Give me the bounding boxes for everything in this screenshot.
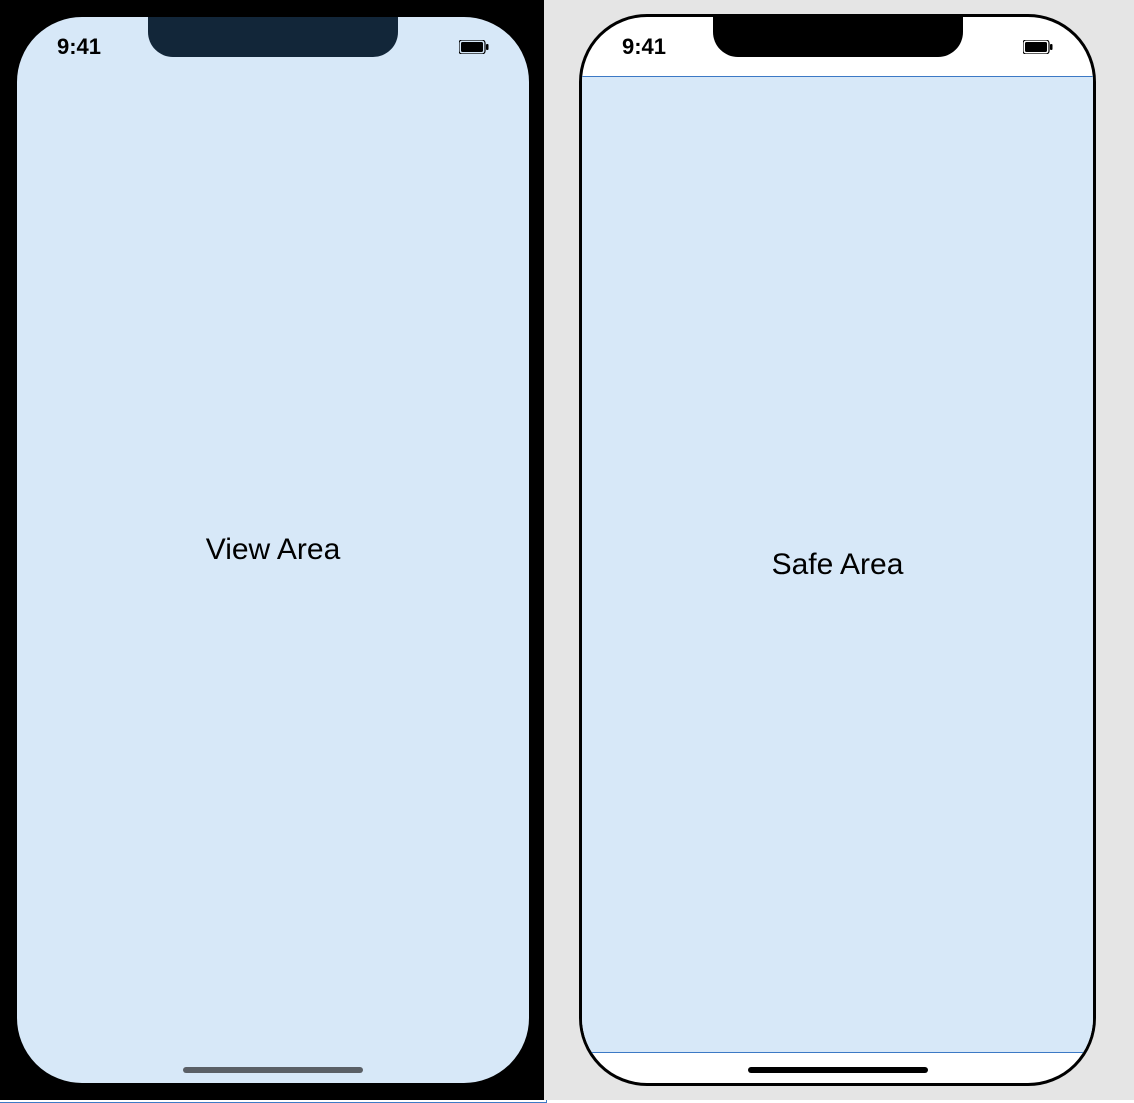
battery-icon bbox=[1023, 40, 1053, 54]
safe-area-label: Safe Area bbox=[582, 548, 1093, 582]
status-time: 9:41 bbox=[622, 34, 666, 60]
panel-safe-area: 9:41 Safe Area bbox=[544, 0, 1134, 1100]
phone-frame-left: 9:41 View Area bbox=[14, 14, 532, 1086]
safe-area-region: Safe Area bbox=[581, 76, 1094, 1053]
battery-icon bbox=[459, 40, 489, 54]
status-bar: 9:41 bbox=[582, 32, 1093, 62]
panel-view-area: 9:41 View Area bbox=[0, 0, 544, 1100]
home-indicator-icon bbox=[183, 1067, 363, 1073]
status-time: 9:41 bbox=[57, 34, 101, 60]
home-indicator-icon bbox=[748, 1067, 928, 1073]
phone-frame-right: 9:41 Safe Area bbox=[579, 14, 1096, 1086]
status-bar: 9:41 bbox=[17, 32, 529, 62]
view-area-label: View Area bbox=[17, 533, 529, 567]
